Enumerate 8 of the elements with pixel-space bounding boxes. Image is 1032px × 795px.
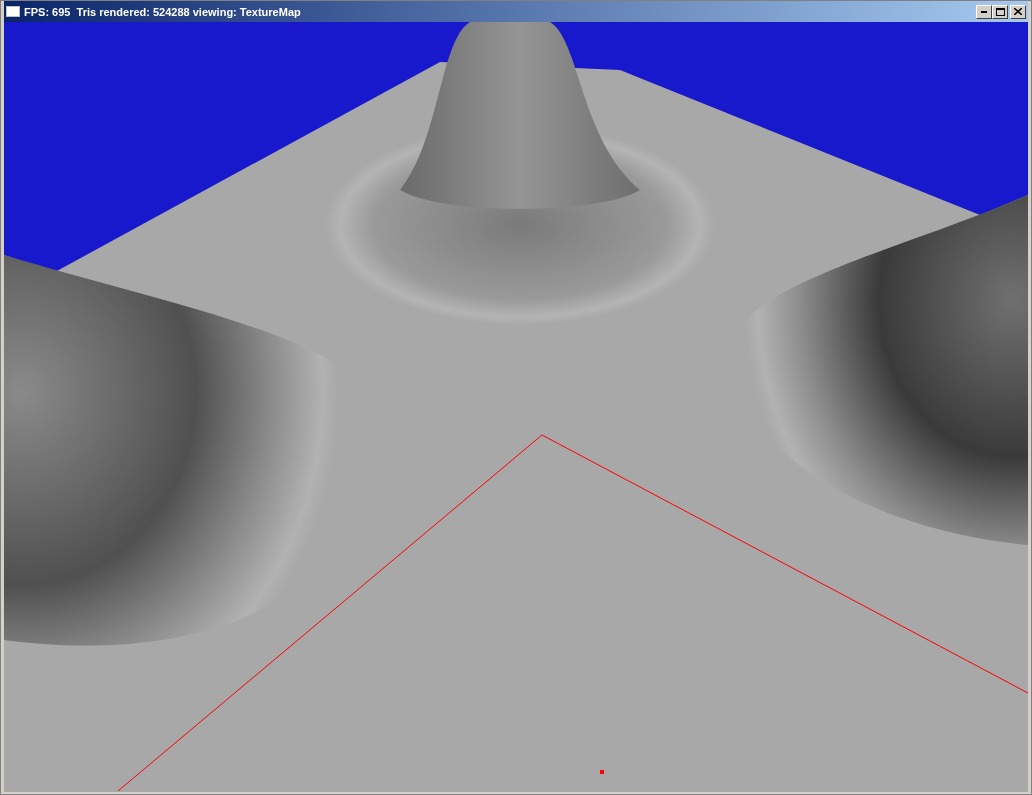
- close-icon: [1014, 8, 1022, 15]
- maximize-icon: [995, 7, 1005, 16]
- window-icon: [6, 6, 20, 17]
- maximize-button[interactable]: [992, 4, 1008, 19]
- close-button[interactable]: [1010, 4, 1026, 19]
- window-title: FPS: 695 Tris rendered: 524288 viewing: TextureMap: [24, 5, 302, 18]
- minimize-button[interactable]: [976, 4, 992, 19]
- minimize-icon: [981, 10, 987, 13]
